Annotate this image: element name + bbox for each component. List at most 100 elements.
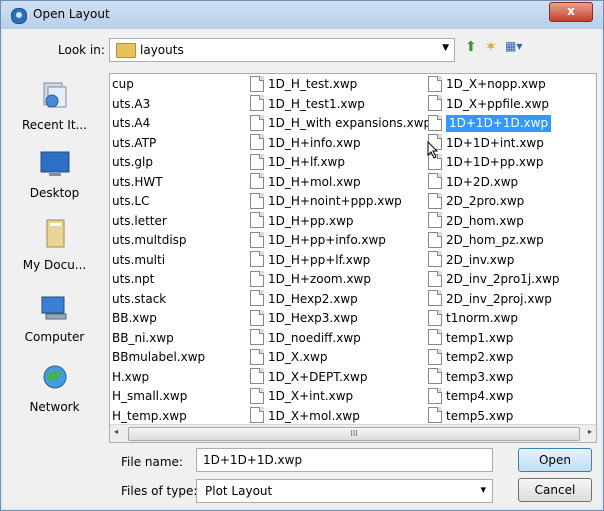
list-item[interactable]: uts.stack xyxy=(112,290,205,310)
up-folder-icon[interactable]: ⬆ xyxy=(465,39,477,59)
file-name: temp5.xwp xyxy=(446,408,514,423)
list-item[interactable]: 1D_noediff.xwp xyxy=(250,329,431,349)
list-item[interactable]: 1D_H+pp+info.xwp xyxy=(250,231,431,251)
list-item[interactable]: 1D_H+pp.xwp xyxy=(250,212,431,232)
chevron-down-icon: ▼ xyxy=(442,43,449,53)
scroll-right-icon[interactable]: ▸ xyxy=(588,427,592,436)
view-menu-icon[interactable]: ▦▾ xyxy=(505,39,522,59)
file-icon xyxy=(428,173,442,189)
file-column-2: 1D_H_test.xwp 1D_H_test1.xwp 1D_H_with e… xyxy=(250,75,431,426)
list-item[interactable]: uts.LC xyxy=(112,192,205,212)
place-network[interactable]: Network xyxy=(7,363,102,414)
list-item[interactable]: 1D+1D+int.xwp xyxy=(428,134,560,154)
list-item[interactable]: 1D_H+pp+lf.xwp xyxy=(250,251,431,271)
list-item[interactable]: 2D_2pro.xwp xyxy=(428,192,560,212)
filename-input[interactable]: 1D+1D+1D.xwp xyxy=(196,448,493,472)
list-item[interactable]: uts.A4 xyxy=(112,114,205,134)
file-icon xyxy=(428,251,442,267)
file-name: 1D_Hexp3.xwp xyxy=(268,311,358,325)
list-item[interactable]: H_small.xwp xyxy=(112,387,205,407)
close-button[interactable]: x xyxy=(549,2,593,22)
place-recent-items[interactable]: Recent It... xyxy=(7,79,102,132)
list-item[interactable]: temp2.xwp xyxy=(428,348,560,368)
list-item[interactable]: 2D_inv.xwp xyxy=(428,251,560,271)
file-icon xyxy=(250,212,264,228)
list-item[interactable]: uts.ATP xyxy=(112,134,205,154)
open-button[interactable]: Open xyxy=(518,448,592,472)
list-item[interactable]: uts.multi xyxy=(112,251,205,271)
file-icon xyxy=(428,290,442,306)
list-item[interactable]: 2D_inv_2proj.xwp xyxy=(428,290,560,310)
filetype-label: Files of type: xyxy=(121,484,198,498)
list-item[interactable]: 1D_H+info.xwp xyxy=(250,134,431,154)
list-item[interactable]: 1D_H_test.xwp xyxy=(250,75,431,95)
file-name: 1D_X+ppfile.xwp xyxy=(446,96,550,111)
list-item[interactable]: 1D_H_test1.xwp xyxy=(250,95,431,115)
cancel-button[interactable]: Cancel xyxy=(518,478,592,502)
file-icon xyxy=(250,75,264,92)
list-item[interactable]: temp3.xwp xyxy=(428,368,560,388)
list-item[interactable]: 1D_X+DEPT.xwp xyxy=(250,368,431,388)
list-item[interactable]: 2D_hom.xwp xyxy=(428,212,560,232)
lookin-dropdown[interactable]: layouts ▼ xyxy=(109,38,455,62)
file-icon xyxy=(250,95,264,111)
list-item[interactable]: temp4.xwp xyxy=(428,387,560,407)
scrollbar-thumb[interactable]: III xyxy=(128,427,580,441)
list-item[interactable]: 1D_H+zoom.xwp xyxy=(250,270,431,290)
file-icon xyxy=(428,387,442,404)
list-item[interactable]: 1D_X.xwp xyxy=(250,348,431,368)
file-name: 2D_2pro.xwp xyxy=(446,194,525,208)
list-item[interactable]: temp1.xwp xyxy=(428,329,560,349)
list-item[interactable]: 1D_H+lf.xwp xyxy=(250,153,431,173)
new-folder-icon[interactable]: ✶ xyxy=(485,39,497,59)
list-item[interactable]: BBmulabel.xwp xyxy=(112,348,205,368)
file-icon xyxy=(428,212,442,228)
scroll-left-icon[interactable]: ◂ xyxy=(114,427,118,436)
list-item[interactable]: cup xyxy=(112,75,205,95)
list-item[interactable]: uts.multdisp xyxy=(112,231,205,251)
network-globe-icon xyxy=(43,365,66,389)
place-desktop[interactable]: Desktop xyxy=(7,149,102,200)
file-name: 1D_H+lf.xwp xyxy=(268,155,345,169)
list-item[interactable]: 1D_X+ppfile.xwp xyxy=(428,95,560,115)
filename-label: File name: xyxy=(121,455,183,469)
list-item[interactable]: 1D+2D.xwp xyxy=(428,173,560,193)
list-item-selected[interactable]: 1D+1D+1D.xwp xyxy=(428,114,560,134)
place-label: Desktop xyxy=(29,186,80,200)
file-name: 1D_X+nopp.xwp xyxy=(446,77,546,91)
list-item[interactable]: uts.npt xyxy=(112,270,205,290)
list-item[interactable]: 1D_X+int.xwp xyxy=(250,387,431,407)
filetype-dropdown[interactable]: Plot Layout ▾ xyxy=(196,479,493,503)
list-item[interactable]: 1D_Hexp3.xwp xyxy=(250,309,431,329)
list-item[interactable]: H.xwp xyxy=(112,368,205,388)
file-name: 1D_H+pp.xwp xyxy=(268,213,354,228)
file-icon xyxy=(250,368,264,384)
list-item[interactable]: BB.xwp xyxy=(112,309,205,329)
file-icon xyxy=(250,134,264,150)
list-item[interactable]: t1norm.xwp xyxy=(428,309,560,329)
file-name: 1D_H+pp+lf.xwp xyxy=(268,252,371,267)
place-label: My Docu... xyxy=(22,258,87,272)
list-item[interactable]: 1D_X+nopp.xwp xyxy=(428,75,560,95)
list-item[interactable]: uts.A3 xyxy=(112,95,205,115)
place-computer[interactable]: Computer xyxy=(7,293,102,344)
list-item[interactable]: uts.glp xyxy=(112,153,205,173)
list-item[interactable]: 1D_H+noint+ppp.xwp xyxy=(250,192,431,212)
file-icon xyxy=(250,231,264,248)
list-item[interactable]: 1D_Hexp2.xwp xyxy=(250,290,431,310)
list-item[interactable]: uts.letter xyxy=(112,212,205,232)
file-icon xyxy=(250,348,264,365)
file-name: 2D_hom.xwp xyxy=(446,213,524,228)
list-item[interactable]: uts.HWT xyxy=(112,173,205,193)
list-item[interactable]: 2D_hom_pz.xwp xyxy=(428,231,560,251)
place-my-documents[interactable]: My Docu... xyxy=(7,217,102,272)
list-item[interactable]: BB_ni.xwp xyxy=(112,329,205,349)
file-list[interactable]: cup uts.A3 uts.A4 uts.ATP uts.glp uts.HW… xyxy=(109,73,597,443)
list-item[interactable]: 1D_H+mol.xwp xyxy=(250,173,431,193)
file-icon xyxy=(250,173,264,189)
list-item[interactable]: 1D+1D+pp.xwp xyxy=(428,153,560,173)
horizontal-scrollbar[interactable]: ◂ III ▸ xyxy=(110,424,596,442)
file-icon xyxy=(250,153,264,170)
list-item[interactable]: 1D_H_with expansions.xwp xyxy=(250,114,431,134)
list-item[interactable]: 2D_inv_2pro1j.xwp xyxy=(428,270,560,290)
